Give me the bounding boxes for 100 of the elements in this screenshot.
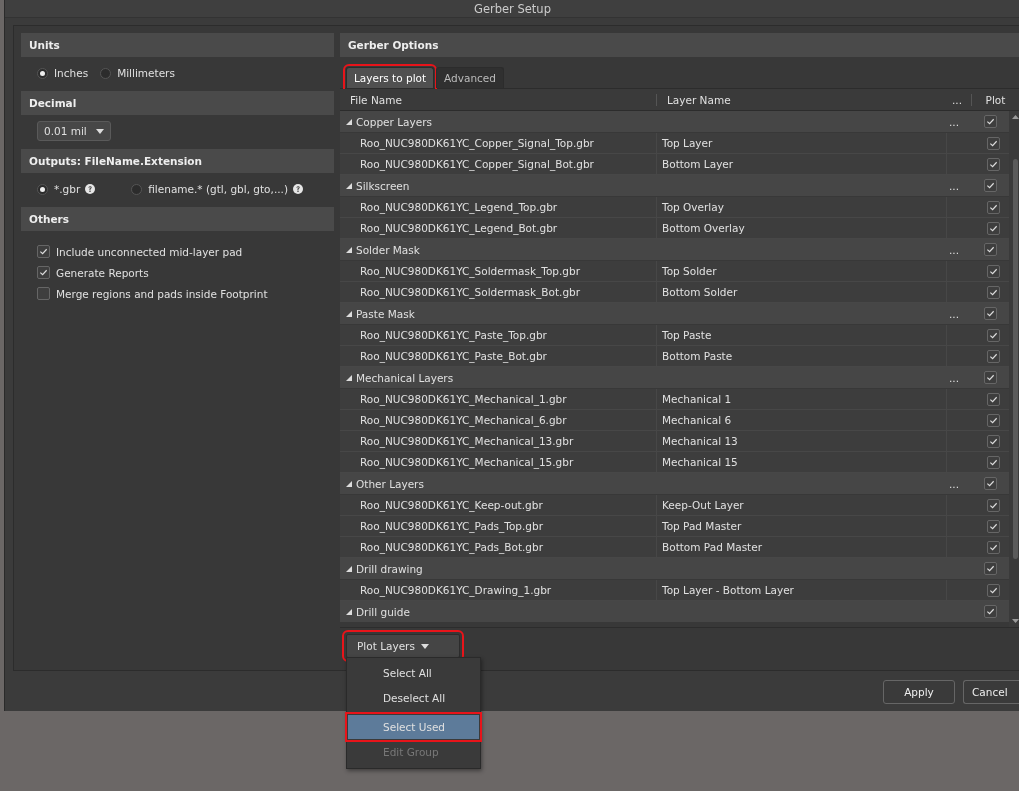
expand-icon[interactable]: [346, 608, 352, 615]
section-header: Units: [21, 33, 334, 57]
checkmark-icon: [988, 415, 998, 425]
plot-checkbox[interactable]: [986, 583, 1000, 597]
radio-option[interactable]: filename.* (gtl, gbl, gto,...): [131, 183, 288, 195]
more-options[interactable]: ...: [949, 371, 959, 384]
table-cell-text: Roo_NUC980DK61YC_Copper_Signal_Bot.gbr: [359, 157, 595, 173]
checkmark-icon: [988, 330, 998, 340]
expand-icon[interactable]: [346, 374, 352, 381]
plot-checkbox[interactable]: [983, 179, 997, 192]
expand-icon[interactable]: [346, 565, 352, 572]
checkbox[interactable]: [37, 266, 50, 279]
section-header: Outputs: FileName.Extension: [21, 149, 334, 173]
plot-checkbox[interactable]: [986, 413, 1000, 427]
group-name: Mechanical Layers: [356, 371, 454, 384]
expand-icon[interactable]: [346, 480, 352, 487]
checkmark-icon: [985, 373, 995, 382]
window-title: Gerber Setup: [474, 1, 551, 16]
column-header[interactable]: ...: [946, 93, 971, 106]
scroll-down-icon[interactable]: [1011, 619, 1019, 623]
radio-option[interactable]: Inches: [37, 67, 89, 79]
checkmark-icon: [988, 542, 998, 552]
plot-checkbox[interactable]: [986, 349, 1000, 363]
group-row[interactable]: Silkscreen ...: [340, 175, 1009, 197]
checkbox[interactable]: [37, 287, 50, 300]
dialog-button[interactable]: Cancel: [963, 680, 1019, 704]
plot-checkbox[interactable]: [986, 498, 1000, 512]
table-cell: Top Solder: [656, 261, 946, 281]
plot-checkbox[interactable]: [983, 477, 997, 490]
table-cell: Mechanical 15: [656, 452, 946, 472]
plot-checkbox[interactable]: [986, 328, 1000, 342]
plot-checkbox[interactable]: [983, 243, 997, 256]
plot-checkbox[interactable]: [986, 434, 1000, 448]
group-row[interactable]: Solder Mask ...: [340, 239, 1009, 261]
plot-checkbox[interactable]: [983, 562, 997, 575]
help-icon: [85, 184, 96, 194]
group-row[interactable]: Drill drawing: [340, 558, 1009, 580]
checkmark-icon: [39, 268, 48, 277]
tab[interactable]: Layers to plot: [346, 67, 435, 88]
plot-checkbox[interactable]: [986, 264, 1000, 278]
group-name: Drill drawing: [356, 562, 423, 575]
checkmark-icon: [985, 479, 995, 488]
table-cell-text: Roo_NUC980DK61YC_Mechanical_1.gbr: [359, 392, 568, 408]
section-header: Others: [21, 207, 334, 231]
column-header: Layer Name: [656, 93, 946, 106]
group-name: Other Layers: [356, 477, 424, 490]
radio-option[interactable]: Millimeters: [100, 67, 175, 79]
table-cell-text: Roo_NUC980DK61YC_Mechanical_13.gbr: [359, 434, 575, 450]
menu-item[interactable]: Deselect All: [348, 686, 479, 710]
more-options[interactable]: ...: [949, 307, 959, 320]
radio-option[interactable]: *.gbr: [37, 183, 81, 195]
decimal-dropdown[interactable]: 0.01 mil: [37, 121, 111, 141]
menu-item[interactable]: Select All: [348, 661, 479, 685]
more-options[interactable]: ...: [949, 179, 959, 192]
plot-checkbox[interactable]: [986, 540, 1000, 554]
checkmark-icon: [39, 247, 48, 256]
table-cell-text: Roo_NUC980DK61YC_Pads_Bot.gbr: [359, 540, 544, 556]
group-row[interactable]: Paste Mask ...: [340, 303, 1009, 325]
plot-checkbox[interactable]: [986, 285, 1000, 299]
expand-icon[interactable]: [346, 118, 352, 125]
plot-checkbox[interactable]: [986, 157, 1000, 171]
more-options[interactable]: ...: [949, 115, 959, 128]
table-cell: Mechanical 6: [656, 410, 946, 430]
group-row[interactable]: Other Layers ...: [340, 473, 1009, 495]
table-cell-text: Roo_NUC980DK61YC_Legend_Bot.gbr: [359, 221, 559, 237]
table-cell-text: Roo_NUC980DK61YC_Soldermask_Bot.gbr: [359, 285, 582, 301]
scroll-up-icon[interactable]: [1011, 115, 1019, 119]
plot-checkbox[interactable]: [986, 200, 1000, 214]
expand-icon[interactable]: [346, 182, 352, 189]
table-cell: Top Overlay: [656, 197, 946, 217]
plot-checkbox[interactable]: [983, 605, 997, 618]
checkmark-icon: [988, 266, 998, 276]
group-row[interactable]: Copper Layers ...: [340, 111, 1009, 133]
plot-checkbox[interactable]: [986, 519, 1000, 533]
table-cell: Top Layer: [656, 133, 946, 153]
plot-checkbox[interactable]: [983, 115, 997, 128]
expand-icon[interactable]: [346, 310, 352, 317]
group-row[interactable]: Drill guide: [340, 601, 1009, 623]
tab[interactable]: Advanced: [436, 67, 504, 88]
table-cell: Bottom Solder: [656, 282, 946, 302]
table-cell: Bottom Layer: [656, 154, 946, 174]
table-cell: Mechanical 13: [656, 431, 946, 451]
plot-checkbox[interactable]: [983, 371, 997, 384]
plot-checkbox[interactable]: [986, 392, 1000, 406]
group-row[interactable]: Mechanical Layers ...: [340, 367, 1009, 389]
group-name: Drill guide: [356, 605, 410, 618]
plot-checkbox[interactable]: [983, 307, 997, 320]
plot-checkbox[interactable]: [986, 455, 1000, 469]
expand-icon[interactable]: [346, 246, 352, 253]
more-options[interactable]: ...: [949, 243, 959, 256]
more-options[interactable]: ...: [949, 477, 959, 490]
help-icon: [293, 184, 303, 194]
caret-icon: [420, 643, 429, 649]
dialog-button[interactable]: Apply: [883, 680, 955, 704]
plot-checkbox[interactable]: [986, 221, 1000, 235]
table-cell-text: Roo_NUC980DK61YC_Pads_Top.gbr: [359, 519, 544, 535]
table-cell-text: Roo_NUC980DK61YC_Keep-out.gbr: [359, 498, 544, 514]
checkbox[interactable]: [37, 245, 50, 258]
checkmark-icon: [985, 245, 995, 254]
plot-checkbox[interactable]: [986, 136, 1000, 150]
